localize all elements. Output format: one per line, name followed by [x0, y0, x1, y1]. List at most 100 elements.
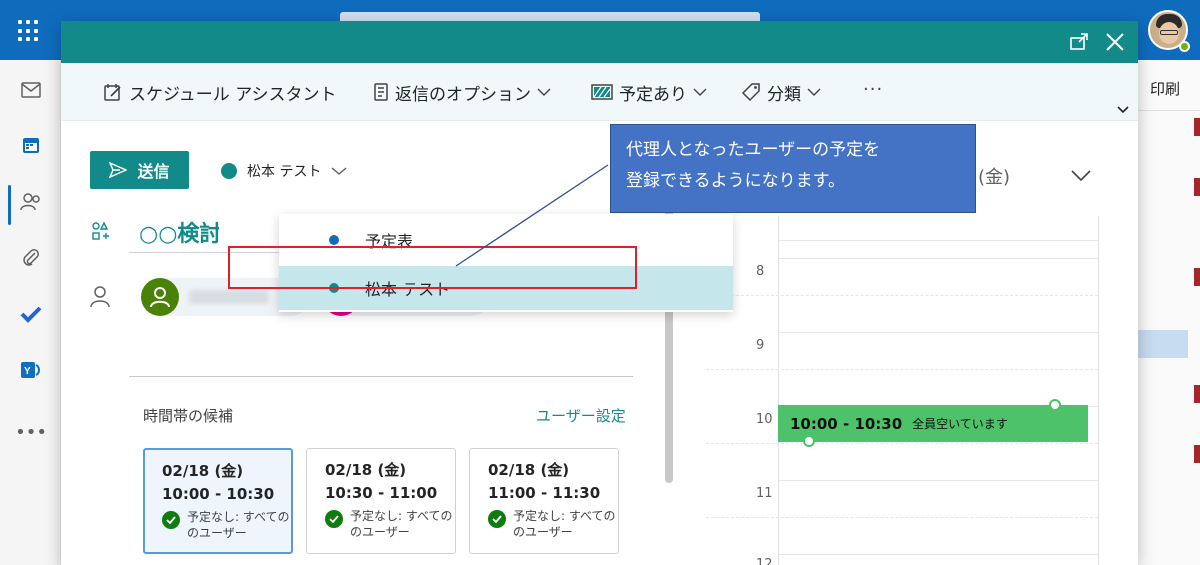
calendar-date-label: (金)	[978, 167, 1011, 188]
send-icon	[109, 162, 128, 178]
command-toolbar: スケジュール アシスタント 返信のオプション 予定あり 分類 ···	[61, 63, 1138, 121]
people-icon[interactable]	[18, 190, 44, 214]
resize-handle-top[interactable]	[1049, 399, 1061, 411]
time-slot-card[interactable]: 02/18 (金) 10:00 - 10:30 予定なし: すべての のユーザー	[143, 448, 293, 554]
flag-mark	[1194, 268, 1200, 286]
chevron-down-icon	[807, 88, 821, 96]
close-icon[interactable]	[1104, 31, 1126, 53]
flag-mark	[1194, 385, 1200, 403]
mail-icon[interactable]	[18, 78, 44, 102]
grid-line	[778, 332, 1098, 333]
attendees-icon	[90, 286, 110, 312]
selected-row	[1138, 330, 1188, 358]
hour-label: 11	[756, 486, 773, 501]
dialog-header	[61, 21, 1138, 63]
calendar-color-dot	[221, 163, 237, 179]
user-settings-link[interactable]: ユーザー設定	[536, 405, 626, 426]
grid-line	[778, 258, 1098, 259]
hour-label: 9	[756, 338, 765, 353]
slot-time: 11:00 - 11:30	[488, 484, 601, 502]
more-apps-icon[interactable]: •••	[15, 420, 47, 444]
proposed-event-block[interactable]: 10:00 - 10:30 全員空いています	[778, 405, 1088, 442]
time-slot-card[interactable]: 02/18 (金) 10:30 - 11:00 予定なし: すべての のユーザー	[306, 448, 456, 554]
schedule-assistant-button[interactable]: スケジュール アシスタント	[103, 80, 337, 105]
categorize-button[interactable]: 分類	[741, 80, 821, 105]
day-calendar-grid: 8 9 10 11 12	[706, 216, 1106, 565]
schedule-assistant-label: スケジュール アシスタント	[129, 84, 337, 105]
grid-line	[778, 240, 1098, 241]
tag-icon	[741, 83, 760, 102]
background-list-pane	[1138, 60, 1200, 565]
section-divider	[129, 376, 633, 377]
grid-line	[1098, 216, 1099, 565]
yammer-icon[interactable]: Y	[18, 358, 44, 382]
grid-line	[706, 369, 1098, 370]
chevron-down-icon	[693, 88, 707, 96]
reply-options-icon	[374, 83, 388, 101]
slot-status: 予定なし: すべての	[187, 510, 290, 524]
slot-status-cont: のユーザー	[513, 525, 573, 539]
attachment-icon[interactable]	[18, 246, 44, 270]
attendee-avatar	[141, 278, 179, 316]
event-time: 10:00 - 10:30	[790, 414, 903, 433]
app-launcher-icon[interactable]	[18, 20, 40, 42]
attendee-name-redacted	[189, 290, 269, 304]
slot-status-cont: のユーザー	[187, 526, 247, 540]
grid-line	[706, 517, 1098, 518]
grid-line	[778, 554, 1098, 555]
calendar-selector[interactable]: 松本 テスト	[221, 159, 347, 183]
chevron-down-icon	[331, 167, 347, 175]
flag-mark	[1194, 178, 1200, 196]
categorize-label: 分類	[767, 84, 801, 105]
chevron-down-icon	[537, 88, 551, 96]
busy-status-icon	[591, 84, 613, 100]
hour-label: 8	[756, 264, 765, 279]
flag-mark	[1194, 445, 1200, 463]
slot-date: 02/18 (金)	[162, 462, 244, 480]
callout-line: 登録できるようになります。	[626, 171, 845, 191]
toolbar-collapse-icon[interactable]	[1117, 99, 1129, 118]
schedule-assistant-icon	[104, 84, 121, 101]
divider	[1138, 110, 1200, 111]
todo-icon[interactable]	[18, 302, 44, 326]
check-circle-icon	[325, 510, 343, 528]
slot-date: 02/18 (金)	[488, 461, 570, 479]
busy-status-button[interactable]: 予定あり	[591, 80, 707, 105]
reply-options-button[interactable]: 返信のオプション	[373, 80, 551, 105]
time-slot-card[interactable]: 02/18 (金) 11:00 - 11:30 予定なし: すべての のユーザー	[469, 448, 619, 554]
calendar-expand-icon[interactable]	[1071, 167, 1091, 186]
active-indicator	[8, 185, 11, 225]
title-emoji-icon[interactable]	[90, 221, 112, 245]
flag-mark	[1194, 118, 1200, 136]
slot-status: 予定なし: すべての	[513, 509, 616, 523]
grid-line	[778, 216, 779, 565]
slot-status-cont: のユーザー	[350, 525, 410, 539]
slot-time: 10:00 - 10:30	[162, 485, 275, 503]
print-button[interactable]: 印刷	[1150, 78, 1180, 99]
send-label: 送信	[137, 162, 170, 181]
slot-date: 02/18 (金)	[325, 461, 407, 479]
calendar-color-dot	[329, 235, 339, 245]
grid-line	[706, 443, 1098, 444]
svg-text:Y: Y	[24, 366, 31, 377]
more-commands-button[interactable]: ···	[863, 79, 883, 100]
calendar-selector-label: 松本 テスト	[247, 164, 322, 180]
left-app-rail: Y •••	[0, 60, 60, 565]
reply-options-label: 返信のオプション	[395, 84, 531, 105]
calendar-app-icon[interactable]	[18, 133, 44, 157]
callout-line: 代理人となったユーザーの予定を	[626, 140, 881, 160]
popout-icon[interactable]	[1068, 31, 1090, 53]
slot-time: 10:30 - 11:00	[325, 484, 438, 502]
annotation-highlight-box	[228, 246, 637, 289]
event-title-input[interactable]: ○○検討	[139, 216, 219, 248]
check-circle-icon	[488, 510, 506, 528]
hour-label: 12	[756, 557, 773, 565]
annotation-callout: 代理人となったユーザーの予定を 登録できるようになります。	[610, 124, 976, 213]
grid-line	[778, 480, 1098, 481]
slot-status: 予定なし: すべての	[350, 509, 453, 523]
new-event-dialog: スケジュール アシスタント 返信のオプション 予定あり 分類 ··· 送信 松本…	[61, 21, 1138, 565]
send-button[interactable]: 送信	[90, 151, 189, 189]
busy-status-label: 予定あり	[619, 84, 687, 105]
resize-handle-bottom[interactable]	[803, 435, 815, 447]
event-availability: 全員空いています	[912, 417, 1008, 431]
